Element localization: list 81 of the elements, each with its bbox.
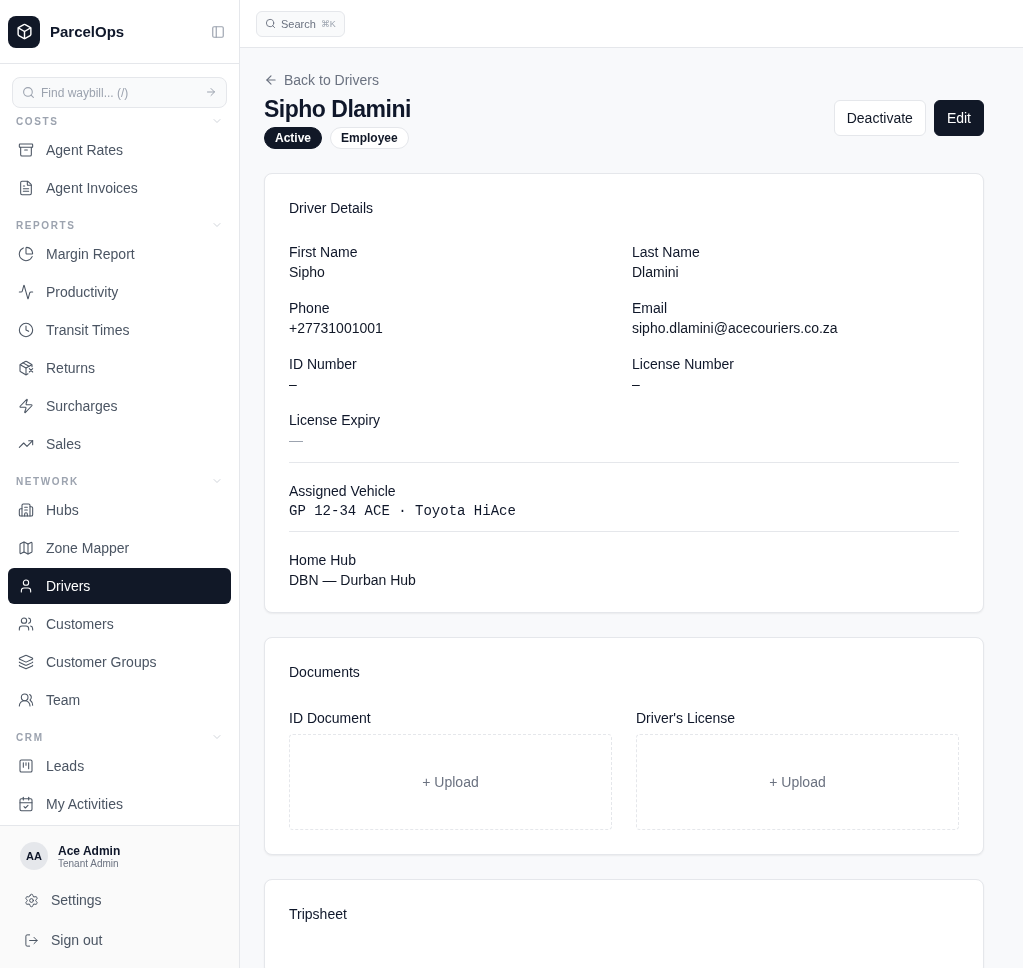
field-label: ID Document	[289, 710, 372, 726]
search-icon	[265, 18, 276, 29]
nav-item[interactable]: Hubs	[8, 492, 231, 528]
nav-item[interactable]: Productivity	[8, 274, 231, 310]
field-value: –	[632, 376, 641, 392]
pie-chart-icon	[18, 246, 34, 262]
logo	[8, 15, 40, 48]
nav-item[interactable]: Drivers	[8, 568, 231, 604]
sidebar-toggle-icon[interactable]	[211, 24, 225, 39]
user-name: Ace Admin	[58, 843, 121, 858]
board-icon	[18, 758, 34, 774]
search-button[interactable]: Search ⌘K	[256, 10, 345, 37]
back-link[interactable]: Back to Drivers	[264, 72, 984, 88]
sign-out-icon	[24, 932, 39, 948]
field-label: ID Number	[289, 356, 358, 372]
card-title: Tripsheet	[289, 906, 348, 922]
nav-item[interactable]: Leads	[8, 748, 231, 784]
brand-name: ParcelOps	[50, 23, 126, 40]
nav-item[interactable]: Sales	[8, 426, 231, 462]
field-value: GP 12-34 ACE · Toyota HiAce	[289, 503, 517, 519]
field-value: +27731001001	[289, 320, 384, 336]
footer-link[interactable]: Sign out	[12, 920, 227, 960]
section-title: REPORTS	[16, 219, 76, 231]
action-button[interactable]: Deactivate	[833, 100, 926, 136]
building-icon	[18, 502, 34, 518]
nav-item[interactable]: Surcharges	[8, 388, 231, 424]
nav-item[interactable]: Customers	[8, 606, 231, 642]
nav-item[interactable]: Transit Times	[8, 312, 231, 348]
nav-item[interactable]: Agent Invoices	[8, 170, 231, 206]
avatar: AA	[20, 842, 48, 870]
field-label: Home Hub	[289, 552, 357, 568]
document-icon	[18, 180, 34, 196]
nav-item[interactable]: Returns	[8, 350, 231, 386]
page-title: Sipho Dlamini	[264, 96, 411, 123]
nav-item[interactable]: Margin Report	[8, 236, 231, 272]
layers-icon	[18, 654, 34, 670]
nav-item[interactable]: Customer Groups	[8, 644, 231, 680]
card-title: Driver Details	[289, 200, 374, 216]
field-value: sipho.dlamini@acecouriers.co.za	[632, 320, 839, 336]
nav-item[interactable]: Team	[8, 682, 231, 718]
field-label: License Number	[632, 356, 735, 372]
lightning-icon	[18, 398, 34, 414]
field-value: Dlamini	[632, 264, 680, 280]
action-button[interactable]: Edit	[933, 100, 984, 136]
map-icon	[18, 540, 34, 556]
status-badge: Active	[264, 127, 323, 149]
section-title: COSTS	[16, 115, 59, 127]
pulse-icon	[18, 284, 34, 300]
arrow-right-icon[interactable]	[205, 86, 217, 98]
calendar-icon	[18, 796, 34, 812]
section-title: NETWORK	[16, 475, 79, 487]
nav-item[interactable]: Agent Rates	[8, 132, 231, 168]
nav-item[interactable]: Zone Mapper	[8, 530, 231, 566]
section-title: CRM	[16, 731, 44, 743]
field-label: Last Name	[632, 244, 701, 260]
search-icon	[22, 86, 35, 99]
status-badge: Employee	[330, 127, 409, 149]
users-icon	[18, 692, 34, 708]
package-icon	[18, 360, 34, 376]
search-field[interactable]: Find waybill... (/)	[12, 77, 227, 108]
upload-area[interactable]: + Upload	[289, 734, 612, 830]
field-label: Assigned Vehicle	[289, 483, 397, 499]
field-label: Email	[632, 300, 668, 316]
settings-icon	[24, 892, 39, 908]
field-label: License Expiry	[289, 412, 382, 428]
clock-icon	[18, 322, 34, 338]
field-value: DBN — Durban Hub	[289, 572, 417, 588]
field-label: First Name	[289, 244, 359, 260]
field-value: –	[289, 376, 298, 392]
user-icon	[18, 578, 34, 594]
users-icon	[18, 616, 34, 632]
card-title: Documents	[289, 664, 361, 680]
upload-area[interactable]: + Upload	[636, 734, 959, 830]
field-label: Phone	[289, 300, 331, 316]
nav-item[interactable]: My Activities	[8, 786, 231, 822]
field-value: Sipho	[289, 264, 326, 280]
user-role: Tenant Admin	[58, 857, 120, 869]
archive-icon	[18, 142, 34, 158]
field-value: —	[289, 432, 304, 448]
footer-link[interactable]: Settings	[12, 880, 227, 920]
field-label: Driver's License	[636, 710, 737, 726]
